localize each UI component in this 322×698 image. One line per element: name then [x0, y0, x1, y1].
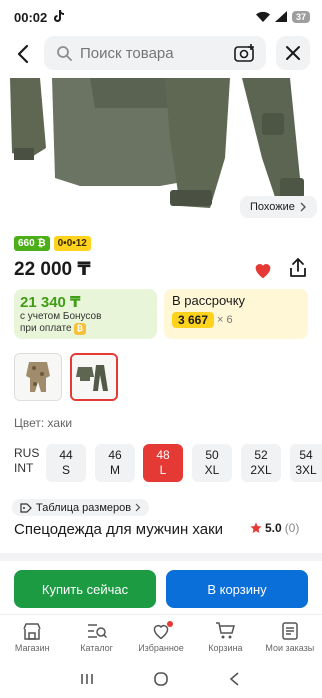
installment-title: В рассрочку	[172, 293, 246, 308]
size-rus: 54	[299, 448, 313, 462]
size-selector: RUS INT 44 S 46 M 48 L 50 XL 52 2XL 54 3…	[0, 444, 322, 484]
size-int: S	[61, 463, 70, 477]
recent-apps-icon	[80, 673, 93, 684]
search-box[interactable]	[44, 36, 266, 70]
nav-label: Корзина	[208, 643, 243, 653]
variant-thumbnail-camo[interactable]	[14, 353, 62, 401]
size-rus: 50	[205, 448, 219, 462]
size-int: 3XL	[295, 463, 317, 477]
system-navigation-bar	[0, 664, 322, 698]
installment-multiplier: × 6	[217, 314, 233, 326]
home-button[interactable]	[153, 671, 169, 692]
search-input[interactable]	[80, 44, 220, 62]
variant-thumbnail-khaki[interactable]	[70, 353, 118, 401]
notification-dot	[166, 621, 173, 627]
size-option-48[interactable]: 48 L	[143, 444, 183, 482]
similar-label: Похожие	[250, 201, 295, 213]
size-rus: 44	[59, 448, 73, 462]
product-rating[interactable]: 5.0 (0)	[250, 521, 299, 535]
bonus-coin-icon: ₿	[73, 323, 87, 335]
status-bar: 00:02 37	[0, 0, 322, 34]
buy-now-button[interactable]: Купить сейчас	[14, 570, 156, 608]
wifi-icon	[255, 10, 270, 25]
size-rus: 52	[254, 448, 268, 462]
size-chart-button[interactable]: Таблица размеров	[12, 499, 150, 516]
nav-item-orders[interactable]: Мои заказы	[258, 615, 322, 660]
khaki-outfit-image	[72, 355, 116, 399]
store-icon	[23, 623, 41, 640]
catalog-icon	[87, 624, 107, 639]
share-icon	[290, 258, 306, 277]
bonus-note-line2: при оплате	[20, 323, 72, 334]
size-option-44[interactable]: 44 S	[46, 444, 86, 482]
color-label: Цвет: хаки	[14, 416, 73, 430]
installment-badge: 0•0•12	[53, 236, 91, 251]
product-title: Спецодежда для мужчин хаки	[14, 521, 224, 538]
size-system-int: INT	[14, 461, 34, 475]
share-button[interactable]	[287, 257, 309, 279]
close-icon	[286, 46, 300, 60]
installment-card[interactable]: В рассрочку 3 667 × 6	[164, 289, 308, 339]
battery-indicator: 37	[291, 11, 310, 23]
add-to-cart-button[interactable]: В корзину	[166, 570, 308, 608]
recent-apps-button[interactable]	[80, 672, 94, 691]
cart-icon	[216, 622, 236, 639]
chevron-right-icon	[135, 503, 141, 512]
nav-label: Магазин	[14, 643, 50, 653]
size-option-52[interactable]: 52 2XL	[241, 444, 281, 482]
size-system-label: RUS INT	[14, 446, 39, 476]
promo-badges: 660 ₿ 0•0•12	[14, 236, 91, 251]
camo-outfit-image	[15, 354, 61, 400]
camera-search-button[interactable]	[234, 43, 256, 63]
clock: 00:02	[14, 9, 48, 25]
camera-icon	[234, 44, 254, 62]
size-int: 2XL	[250, 463, 272, 477]
size-option-46[interactable]: 46 M	[95, 444, 135, 482]
home-circle-icon	[154, 671, 168, 686]
bottom-navigation: Магазин Каталог Избранное Корзина Мои за…	[0, 614, 322, 660]
system-back-button[interactable]	[228, 671, 242, 691]
similar-products-button[interactable]: Похожие	[240, 196, 317, 218]
heart-icon	[255, 264, 271, 279]
star-icon	[250, 522, 262, 533]
size-option-50[interactable]: 50 XL	[192, 444, 232, 482]
nav-label: Каталог	[80, 643, 113, 653]
size-int: XL	[204, 463, 220, 477]
chevron-left-icon	[17, 44, 29, 64]
size-int: M	[110, 463, 120, 477]
product-price: 22 000 ₸	[14, 259, 91, 280]
tag-icon	[20, 502, 32, 513]
size-chart-label: Таблица размеров	[36, 501, 132, 514]
nav-item-catalog[interactable]: Каталог	[64, 615, 128, 660]
nav-item-store[interactable]: Магазин	[0, 615, 64, 660]
search-icon	[57, 46, 72, 61]
rating-value: 5.0	[265, 521, 282, 535]
size-int: L	[159, 463, 167, 477]
size-system-rus: RUS	[14, 446, 40, 460]
section-divider	[0, 553, 322, 561]
review-count: (0)	[284, 521, 300, 535]
favorite-button[interactable]	[252, 259, 274, 281]
tiktok-icon	[53, 9, 65, 25]
bonus-note-line2-wrapper: при оплате ₿	[20, 323, 151, 335]
back-button[interactable]	[12, 42, 36, 66]
bonus-badge: 660 ₿	[14, 236, 50, 251]
size-rus: 46	[108, 448, 122, 462]
bonus-price-card[interactable]: 21 340 ₸ с учетом Бонусов при оплате ₿	[14, 289, 157, 339]
bonus-note-line1: с учетом Бонусов	[20, 311, 102, 322]
bonus-price: 21 340 ₸	[20, 294, 81, 311]
orders-icon	[282, 622, 298, 640]
signal-icon	[274, 10, 287, 25]
close-button[interactable]	[276, 36, 310, 70]
nav-item-cart[interactable]: Корзина	[193, 615, 257, 660]
size-option-54[interactable]: 54 3XL	[290, 444, 322, 482]
nav-item-favorites[interactable]: Избранное	[129, 615, 193, 660]
size-rus: 48	[156, 448, 170, 462]
nav-label: Мои заказы	[265, 643, 315, 653]
top-bar	[0, 36, 322, 72]
nav-label: Избранное	[138, 643, 184, 653]
installment-amount: 3 667	[172, 312, 215, 328]
back-triangle-icon	[230, 671, 239, 686]
chevron-right-icon	[300, 202, 306, 212]
